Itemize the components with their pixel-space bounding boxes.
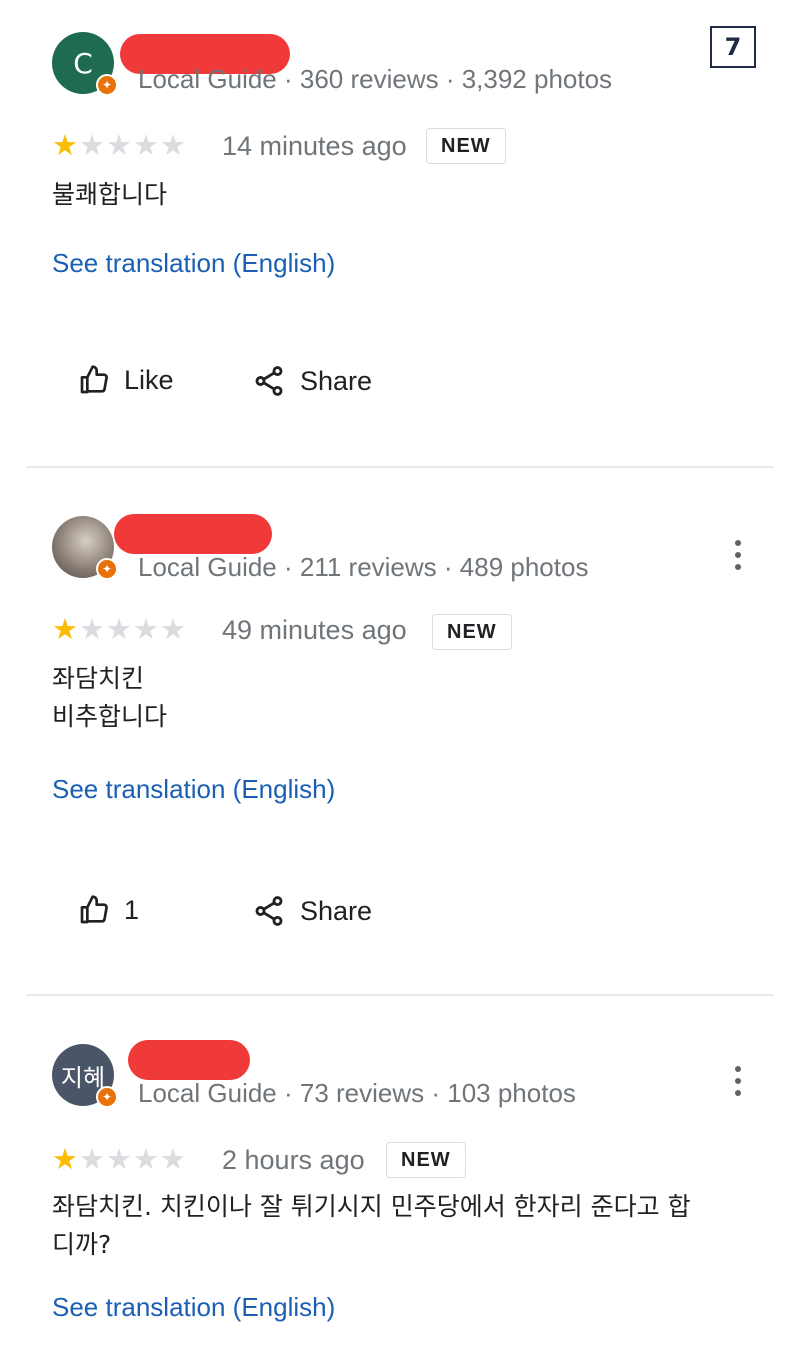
local-guide-badge-icon: ✦ [96, 1086, 118, 1108]
reviewer-meta: Local Guide · 73 reviews · 103 photos [138, 1078, 576, 1108]
share-icon [255, 896, 283, 926]
star-filled-icon: ★ [52, 1144, 79, 1176]
local-guide-badge-icon: ✦ [96, 74, 118, 96]
see-translation-link[interactable]: See translation (English) [52, 248, 335, 279]
reviewer-avatar[interactable]: C ✦ [52, 32, 118, 96]
reviewer-avatar[interactable]: ✦ [52, 516, 118, 580]
share-label: Share [300, 895, 373, 926]
review-text-line: 비추합니다 [52, 702, 168, 731]
new-badge: NEW [426, 128, 506, 164]
like-count: 1 [124, 894, 140, 925]
more-options-button[interactable] [730, 1066, 746, 1096]
review-text-line: 디까? [52, 1230, 112, 1259]
review-text: 불쾌합니다 [52, 176, 752, 214]
see-translation-link[interactable]: See translation (English) [52, 1292, 335, 1323]
share-icon [255, 366, 283, 396]
new-badge: NEW [432, 614, 512, 650]
review-time: 14 minutes ago [222, 131, 407, 161]
review-text: 좌담치킨 비추합니다 [52, 660, 752, 736]
reviewer-meta: Local Guide · 211 reviews · 489 photos [138, 552, 589, 582]
star-rating: ★★★★★ [52, 132, 187, 161]
star-empty-icon: ★★★★ [79, 614, 187, 646]
thumbs-up-icon [80, 895, 108, 924]
see-translation-link[interactable]: See translation (English) [52, 774, 335, 805]
share-button[interactable]: Share [252, 894, 372, 928]
review-divider [26, 466, 774, 468]
reviewer-avatar[interactable]: 지혜 ✦ [52, 1044, 118, 1108]
redacted-reviewer-name [114, 514, 272, 554]
like-button[interactable]: 1 [78, 894, 139, 926]
share-label: Share [300, 365, 373, 396]
review-text-line: 좌담치킨. 치킨이나 잘 튀기시지 민주당에서 한자리 준다고 합 [52, 1192, 691, 1221]
like-label: Like [124, 364, 174, 395]
more-vertical-icon [735, 1066, 741, 1072]
new-badge: NEW [386, 1142, 466, 1178]
star-rating: ★★★★★ [52, 616, 187, 645]
star-filled-icon: ★ [52, 614, 79, 646]
review-text-line: 좌담치킨 [52, 664, 145, 693]
local-guide-badge-icon: ✦ [96, 558, 118, 580]
avatar-letter: 지혜 [60, 1063, 106, 1092]
reviewer-meta: Local Guide · 360 reviews · 3,392 photos [138, 64, 613, 94]
star-empty-icon: ★★★★ [79, 130, 187, 162]
review-time: 49 minutes ago [222, 615, 407, 645]
more-vertical-icon [735, 540, 741, 546]
star-filled-icon: ★ [52, 130, 79, 162]
thumbs-up-icon [80, 365, 108, 394]
review-card-3: 지혜 ✦ Local Guide · 73 reviews · 103 phot… [0, 998, 800, 1356]
star-rating: ★★★★★ [52, 1146, 187, 1175]
review-divider [26, 994, 774, 996]
more-options-button[interactable] [730, 540, 746, 570]
review-card-2: ✦ Local Guide · 211 reviews · 489 photos… [0, 470, 800, 994]
page-number: 7 [710, 26, 756, 68]
avatar-letter: C [73, 46, 93, 80]
share-button[interactable]: Share [252, 364, 372, 398]
redacted-reviewer-name [128, 1040, 250, 1080]
review-time: 2 hours ago [222, 1145, 365, 1175]
review-text-line: 불쾌합니다 [52, 180, 168, 209]
star-empty-icon: ★★★★ [79, 1144, 187, 1176]
review-card-1: C ✦ Local Guide · 360 reviews · 3,392 ph… [0, 0, 800, 468]
like-button[interactable]: Like [78, 364, 174, 396]
review-text: 좌담치킨. 치킨이나 잘 튀기시지 민주당에서 한자리 준다고 합 디까? [52, 1188, 752, 1264]
